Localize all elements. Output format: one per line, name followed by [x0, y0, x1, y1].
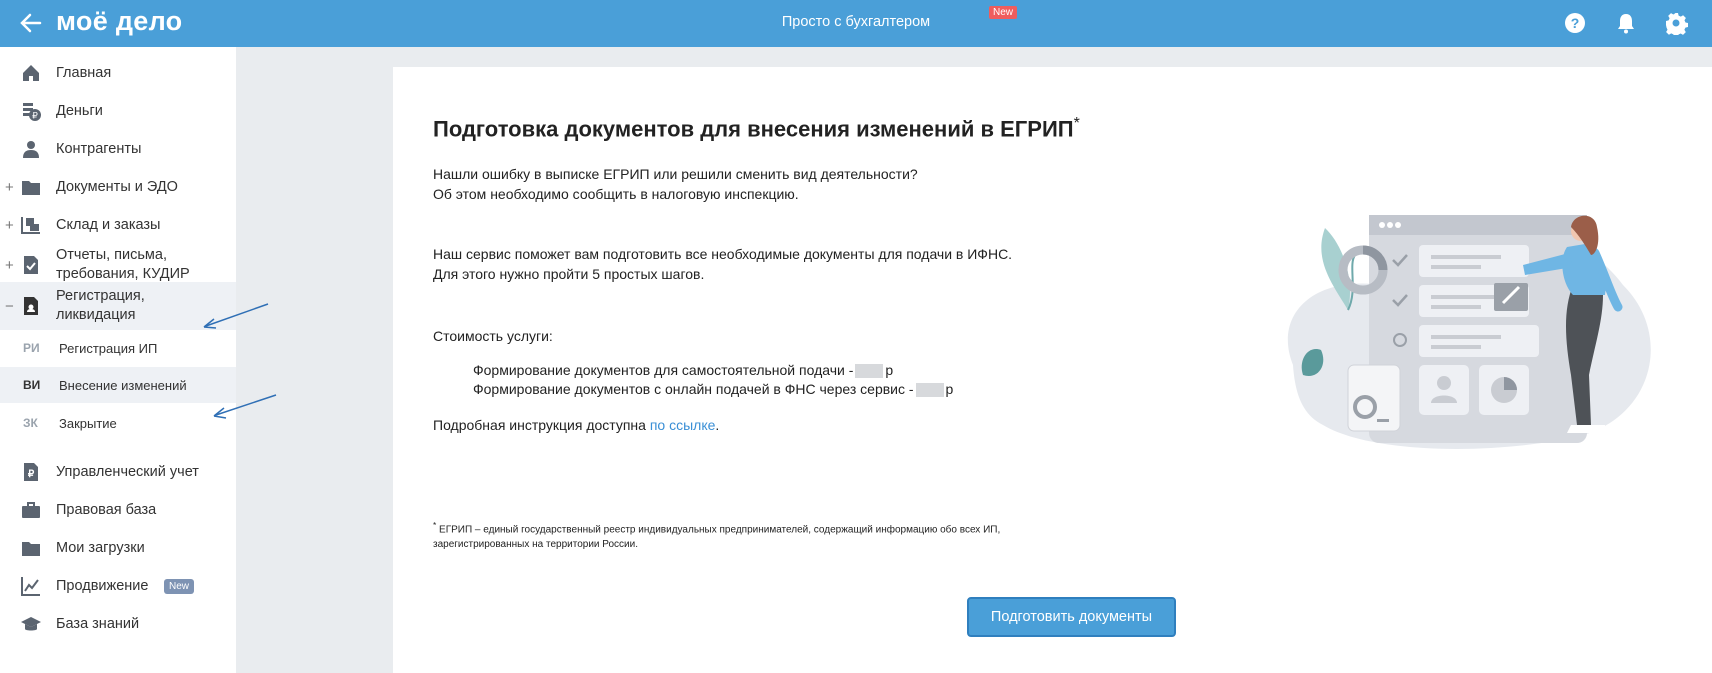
sidebar-item-money[interactable]: ₽ Деньги	[0, 96, 236, 126]
sidebar-item-home[interactable]: Главная	[0, 58, 236, 88]
sidebar-subitem-closure[interactable]: ЗК Закрытие	[0, 405, 236, 441]
subitem-label: Внесение изменений	[59, 378, 187, 393]
instruction-link[interactable]: по ссылке	[650, 417, 716, 433]
contractor-icon	[23, 141, 39, 158]
title-footnote-mark: *	[1073, 115, 1080, 132]
instruction-end: .	[715, 417, 720, 433]
sidebar-item-documents[interactable]: + Документы и ЭДО	[0, 172, 236, 202]
chart-icon	[21, 577, 40, 596]
svg-text:₽: ₽	[32, 111, 38, 121]
footnote-text: ЕГРИП – единый государственный реестр ин…	[433, 524, 1001, 551]
page-title-text: Подготовка документов для внесения измен…	[433, 116, 1074, 142]
warehouse-icon	[21, 217, 40, 234]
label-line: Регистрация,	[56, 288, 145, 304]
sidebar-item-contractors[interactable]: Контрагенты	[0, 134, 236, 164]
cost-text: Формирование документов для самостоятель…	[473, 362, 854, 378]
sidebar-item-label: Правовая база	[56, 501, 157, 518]
sidebar-item-label: Документы и ЭДО	[56, 178, 178, 195]
sidebar: Главная ₽ Деньги Контрагенты + Документы…	[0, 47, 236, 673]
svg-text:?: ?	[1571, 15, 1580, 31]
text-line: Нашли ошибку в выписке ЕГРИП или решили …	[433, 166, 918, 182]
sidebar-item-promotion[interactable]: Продвижение New	[0, 571, 236, 601]
cost-item-online: Формирование документов с онлайн подачей…	[473, 379, 953, 399]
hidden-price	[855, 364, 884, 379]
bell-icon[interactable]	[1614, 11, 1638, 35]
sidebar-item-legal[interactable]: Правовая база	[0, 495, 236, 525]
subitem-label: Закрытие	[59, 416, 117, 431]
subitem-abbr: РИ	[23, 341, 40, 355]
header-title[interactable]: Просто с бухгалтером	[782, 14, 930, 30]
gear-icon[interactable]	[1664, 11, 1688, 35]
cost-text: Формирование документов с онлайн подачей…	[473, 381, 914, 397]
hidden-price	[915, 383, 944, 398]
text-line: Для этого нужно пройти 5 простых шагов.	[433, 266, 705, 282]
label-line: ликвидация	[56, 307, 136, 323]
text-line: Об этом необходимо сообщить в налоговую …	[433, 186, 799, 202]
cost-item-self: Формирование документов для самостоятель…	[473, 360, 893, 380]
currency: р	[945, 381, 954, 397]
sidebar-item-label: Управленческий учет	[56, 463, 199, 480]
sidebar-item-label: Главная	[56, 64, 112, 81]
currency: р	[885, 362, 894, 378]
illustration	[1287, 215, 1651, 449]
money-icon: ₽	[23, 103, 41, 121]
new-badge: New	[164, 578, 195, 594]
briefcase-icon	[22, 502, 40, 518]
sidebar-subitem-changes[interactable]: ВИ Внесение изменений	[0, 367, 236, 403]
graduation-cap-icon	[21, 617, 41, 631]
expand-icon[interactable]: +	[5, 257, 14, 274]
instruction-text: Подробная инструкция доступна	[433, 417, 650, 433]
expand-icon[interactable]: +	[5, 179, 14, 196]
sidebar-item-label: Склад и заказы	[56, 216, 161, 233]
ruble-doc-icon: ₽	[24, 463, 38, 481]
subitem-abbr: ЗК	[23, 416, 38, 430]
folder-icon	[22, 181, 40, 195]
annotation-arrow	[213, 394, 277, 419]
content-card: Подготовка документов для внесения измен…	[393, 67, 1712, 673]
folder-icon	[22, 542, 40, 556]
page-title: Подготовка документов для внесения измен…	[433, 115, 1080, 142]
sidebar-item-downloads[interactable]: Мои загрузки	[0, 533, 236, 563]
sidebar-item-label: Мои загрузки	[56, 539, 145, 556]
service-paragraph: Наш сервис поможет вам подготовить все н…	[433, 244, 1012, 284]
top-header: моё дело Просто с бухгалтером New ?	[0, 0, 1712, 47]
sidebar-item-knowledge[interactable]: База знаний	[0, 609, 236, 639]
cost-label: Стоимость услуги:	[433, 328, 553, 344]
annotation-arrow	[203, 303, 269, 329]
footnote: * ЕГРИП – единый государственный реестр …	[433, 518, 1093, 552]
collapse-icon[interactable]: −	[5, 298, 14, 315]
expand-icon[interactable]: +	[5, 217, 14, 234]
sidebar-item-label: Деньги	[56, 102, 103, 119]
sidebar-item-reports[interactable]: + Отчеты, письма, требования, КУДИР	[0, 244, 236, 286]
registration-icon	[24, 297, 38, 315]
subitem-abbr: ВИ	[23, 378, 41, 392]
sidebar-item-label: База знаний	[56, 615, 140, 632]
sidebar-item-label: Продвижение	[56, 577, 149, 594]
sidebar-subitem-registration-ip[interactable]: РИ Регистрация ИП	[0, 330, 236, 366]
intro-paragraph: Нашли ошибку в выписке ЕГРИП или решили …	[433, 164, 918, 204]
sidebar-item-management[interactable]: ₽ Управленческий учет	[0, 457, 236, 487]
svg-text:₽: ₽	[28, 469, 35, 480]
help-icon[interactable]: ?	[1563, 11, 1587, 35]
sidebar-item-label: Отчеты, письма, требования, КУДИР	[56, 246, 190, 284]
header-new-badge: New	[989, 6, 1018, 19]
prepare-documents-button[interactable]: Подготовить документы	[967, 597, 1176, 637]
label-line: требования, КУДИР	[56, 266, 190, 282]
text-line: Наш сервис поможет вам подготовить все н…	[433, 246, 1013, 262]
label-line: Отчеты, письма,	[56, 247, 167, 263]
sidebar-item-label: Контрагенты	[56, 140, 142, 157]
sidebar-item-label: Регистрация, ликвидация	[56, 287, 145, 325]
sidebar-item-warehouse[interactable]: + Склад и заказы	[0, 210, 236, 240]
home-icon	[23, 65, 39, 81]
subitem-label: Регистрация ИП	[59, 341, 158, 356]
instruction-line: Подробная инструкция доступна по ссылке.	[433, 415, 719, 435]
report-icon	[24, 256, 38, 274]
